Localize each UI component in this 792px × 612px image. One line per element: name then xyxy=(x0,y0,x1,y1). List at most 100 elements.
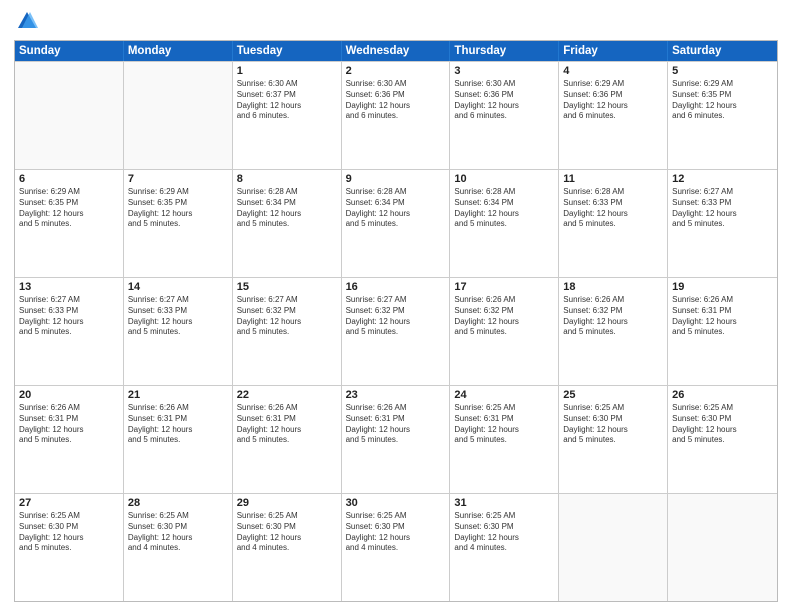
cal-header-saturday: Saturday xyxy=(668,41,777,61)
logo-icon xyxy=(16,10,38,32)
cal-header-tuesday: Tuesday xyxy=(233,41,342,61)
cal-day-20: 20 Sunrise: 6:26 AM Sunset: 6:31 PM Dayli… xyxy=(15,386,124,493)
calendar-header: SundayMondayTuesdayWednesdayThursdayFrid… xyxy=(15,41,777,61)
cal-day-21: 21Sunrise: 6:26 AM Sunset: 6:31 PM Dayli… xyxy=(124,386,233,493)
cal-day-2: 2 Sunrise: 6:30 AM Sunset: 6:36 PM Daylig… xyxy=(342,62,451,169)
cal-week-5: 27 Sunrise: 6:25 AM Sunset: 6:30 PM Dayli… xyxy=(15,493,777,601)
day-info: Sunrise: 6:26 AM Sunset: 6:31 PM Dayligh… xyxy=(346,403,446,446)
day-number: 10 xyxy=(454,173,554,185)
cal-day-24: 24 Sunrise: 6:25 AM Sunset: 6:31 PM Dayli… xyxy=(450,386,559,493)
cal-header-monday: Monday xyxy=(124,41,233,61)
day-info: Sunrise: 6:29 AM Sunset: 6:35 PM Dayligh… xyxy=(672,79,773,122)
day-info: Sunrise: 6:29 AM Sunset: 6:35 PM Dayligh… xyxy=(128,187,228,230)
day-info: Sunrise: 6:30 AM Sunset: 6:36 PM Dayligh… xyxy=(454,79,554,122)
day-number: 11 xyxy=(563,173,663,185)
day-number: 17 xyxy=(454,281,554,293)
day-info: Sunrise: 6:25 AM Sunset: 6:31 PM Dayligh… xyxy=(454,403,554,446)
cal-day-empty xyxy=(668,494,777,601)
cal-day-9: 9 Sunrise: 6:28 AM Sunset: 6:34 PM Daylig… xyxy=(342,170,451,277)
day-info: Sunrise: 6:30 AM Sunset: 6:37 PM Dayligh… xyxy=(237,79,337,122)
day-info: Sunrise: 6:25 AM Sunset: 6:30 PM Dayligh… xyxy=(346,511,446,554)
day-number: 6 xyxy=(19,173,119,185)
cal-day-14: 14 Sunrise: 6:27 AM Sunset: 6:33 PM Dayli… xyxy=(124,278,233,385)
day-number: 20 xyxy=(19,389,119,401)
day-info: Sunrise: 6:27 AM Sunset: 6:32 PM Dayligh… xyxy=(237,295,337,338)
day-number: 1 xyxy=(237,65,337,77)
day-number: 27 xyxy=(19,497,119,509)
day-number: 24 xyxy=(454,389,554,401)
day-number: 19 xyxy=(672,281,773,293)
day-info: Sunrise: 6:26 AM Sunset: 6:32 PM Dayligh… xyxy=(454,295,554,338)
day-info: Sunrise: 6:26 AM Sunset: 6:31 PM Dayligh… xyxy=(128,403,228,446)
day-info: Sunrise: 6:25 AM Sunset: 6:30 PM Dayligh… xyxy=(237,511,337,554)
day-info: Sunrise: 6:25 AM Sunset: 6:30 PM Dayligh… xyxy=(672,403,773,446)
cal-day-31: 31 Sunrise: 6:25 AM Sunset: 6:30 PM Dayli… xyxy=(450,494,559,601)
cal-day-7: 7 Sunrise: 6:29 AM Sunset: 6:35 PM Daylig… xyxy=(124,170,233,277)
day-number: 5 xyxy=(672,65,773,77)
cal-header-sunday: Sunday xyxy=(15,41,124,61)
logo xyxy=(14,10,38,32)
day-info: Sunrise: 6:28 AM Sunset: 6:34 PM Dayligh… xyxy=(237,187,337,230)
day-info: Sunrise: 6:25 AM Sunset: 6:30 PM Dayligh… xyxy=(454,511,554,554)
day-info: Sunrise: 6:25 AM Sunset: 6:30 PM Dayligh… xyxy=(128,511,228,554)
cal-day-25: 25Sunrise: 6:25 AM Sunset: 6:30 PM Dayli… xyxy=(559,386,668,493)
day-number: 15 xyxy=(237,281,337,293)
cal-day-11: 11 Sunrise: 6:28 AM Sunset: 6:33 PM Dayli… xyxy=(559,170,668,277)
day-number: 14 xyxy=(128,281,228,293)
day-info: Sunrise: 6:28 AM Sunset: 6:33 PM Dayligh… xyxy=(563,187,663,230)
cal-day-16: 16 Sunrise: 6:27 AM Sunset: 6:32 PM Dayli… xyxy=(342,278,451,385)
day-info: Sunrise: 6:26 AM Sunset: 6:31 PM Dayligh… xyxy=(672,295,773,338)
day-number: 2 xyxy=(346,65,446,77)
day-info: Sunrise: 6:27 AM Sunset: 6:33 PM Dayligh… xyxy=(672,187,773,230)
day-info: Sunrise: 6:27 AM Sunset: 6:33 PM Dayligh… xyxy=(128,295,228,338)
day-info: Sunrise: 6:29 AM Sunset: 6:36 PM Dayligh… xyxy=(563,79,663,122)
cal-week-1: 1 Sunrise: 6:30 AM Sunset: 6:37 PM Daylig… xyxy=(15,61,777,169)
day-info: Sunrise: 6:30 AM Sunset: 6:36 PM Dayligh… xyxy=(346,79,446,122)
calendar: SundayMondayTuesdayWednesdayThursdayFrid… xyxy=(14,40,778,602)
day-info: Sunrise: 6:26 AM Sunset: 6:31 PM Dayligh… xyxy=(237,403,337,446)
cal-day-26: 26 Sunrise: 6:25 AM Sunset: 6:30 PM Dayli… xyxy=(668,386,777,493)
day-number: 23 xyxy=(346,389,446,401)
day-number: 7 xyxy=(128,173,228,185)
cal-day-17: 17 Sunrise: 6:26 AM Sunset: 6:32 PM Dayli… xyxy=(450,278,559,385)
day-info: Sunrise: 6:27 AM Sunset: 6:32 PM Dayligh… xyxy=(346,295,446,338)
day-number: 13 xyxy=(19,281,119,293)
cal-day-3: 3 Sunrise: 6:30 AM Sunset: 6:36 PM Daylig… xyxy=(450,62,559,169)
day-number: 4 xyxy=(563,65,663,77)
day-info: Sunrise: 6:29 AM Sunset: 6:35 PM Dayligh… xyxy=(19,187,119,230)
cal-day-18: 18 Sunrise: 6:26 AM Sunset: 6:32 PM Dayli… xyxy=(559,278,668,385)
cal-day-19: 19 Sunrise: 6:26 AM Sunset: 6:31 PM Dayli… xyxy=(668,278,777,385)
cal-day-28: 28 Sunrise: 6:25 AM Sunset: 6:30 PM Dayli… xyxy=(124,494,233,601)
day-info: Sunrise: 6:26 AM Sunset: 6:31 PM Dayligh… xyxy=(19,403,119,446)
calendar-body: 1 Sunrise: 6:30 AM Sunset: 6:37 PM Daylig… xyxy=(15,61,777,601)
cal-day-27: 27 Sunrise: 6:25 AM Sunset: 6:30 PM Dayli… xyxy=(15,494,124,601)
cal-week-3: 13 Sunrise: 6:27 AM Sunset: 6:33 PM Dayli… xyxy=(15,277,777,385)
cal-header-friday: Friday xyxy=(559,41,668,61)
day-number: 31 xyxy=(454,497,554,509)
day-number: 16 xyxy=(346,281,446,293)
day-number: 3 xyxy=(454,65,554,77)
cal-day-12: 12Sunrise: 6:27 AM Sunset: 6:33 PM Dayli… xyxy=(668,170,777,277)
day-number: 29 xyxy=(237,497,337,509)
day-info: Sunrise: 6:26 AM Sunset: 6:32 PM Dayligh… xyxy=(563,295,663,338)
cal-day-29: 29 Sunrise: 6:25 AM Sunset: 6:30 PM Dayli… xyxy=(233,494,342,601)
day-info: Sunrise: 6:28 AM Sunset: 6:34 PM Dayligh… xyxy=(346,187,446,230)
day-number: 8 xyxy=(237,173,337,185)
cal-day-1: 1 Sunrise: 6:30 AM Sunset: 6:37 PM Daylig… xyxy=(233,62,342,169)
cal-day-13: 13 Sunrise: 6:27 AM Sunset: 6:33 PM Dayli… xyxy=(15,278,124,385)
cal-day-10: 10Sunrise: 6:28 AM Sunset: 6:34 PM Dayli… xyxy=(450,170,559,277)
cal-day-30: 30 Sunrise: 6:25 AM Sunset: 6:30 PM Dayli… xyxy=(342,494,451,601)
cal-week-4: 20 Sunrise: 6:26 AM Sunset: 6:31 PM Dayli… xyxy=(15,385,777,493)
cal-day-4: 4 Sunrise: 6:29 AM Sunset: 6:36 PM Daylig… xyxy=(559,62,668,169)
day-info: Sunrise: 6:27 AM Sunset: 6:33 PM Dayligh… xyxy=(19,295,119,338)
day-number: 18 xyxy=(563,281,663,293)
cal-header-thursday: Thursday xyxy=(450,41,559,61)
day-number: 9 xyxy=(346,173,446,185)
day-info: Sunrise: 6:25 AM Sunset: 6:30 PM Dayligh… xyxy=(19,511,119,554)
day-info: Sunrise: 6:25 AM Sunset: 6:30 PM Dayligh… xyxy=(563,403,663,446)
page: SundayMondayTuesdayWednesdayThursdayFrid… xyxy=(0,0,792,612)
day-number: 30 xyxy=(346,497,446,509)
day-number: 28 xyxy=(128,497,228,509)
cal-day-23: 23 Sunrise: 6:26 AM Sunset: 6:31 PM Dayli… xyxy=(342,386,451,493)
day-number: 26 xyxy=(672,389,773,401)
